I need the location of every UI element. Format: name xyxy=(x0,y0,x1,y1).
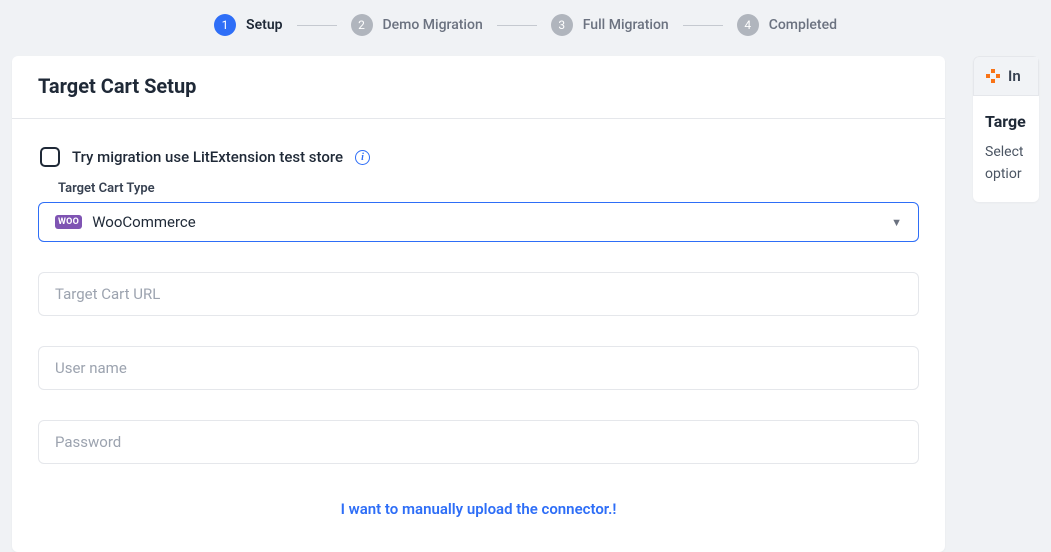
test-store-label: Try migration use LitExtension test stor… xyxy=(72,148,343,166)
step-connector xyxy=(297,25,337,26)
instructions-panel: In Targe Select optior xyxy=(973,56,1039,202)
instructions-title: Targe xyxy=(985,112,1039,131)
step-demo-migration[interactable]: 2 Demo Migration xyxy=(351,14,483,36)
instructions-text-1: Select xyxy=(985,141,1039,163)
instructions-text-2: optior xyxy=(985,163,1039,185)
step-label: Completed xyxy=(769,17,837,33)
step-setup[interactable]: 1 Setup xyxy=(214,14,282,36)
stepper: 1 Setup 2 Demo Migration 3 Full Migratio… xyxy=(0,0,1051,56)
cart-type-label: Target Cart Type xyxy=(58,181,919,196)
step-label: Setup xyxy=(246,17,282,33)
password-input[interactable] xyxy=(38,420,919,464)
step-number: 4 xyxy=(737,14,759,36)
instructions-tab[interactable]: In xyxy=(973,56,1039,96)
step-connector xyxy=(683,25,723,26)
instructions-tab-label: In xyxy=(1008,67,1021,85)
step-label: Demo Migration xyxy=(383,17,483,33)
cart-type-value: WooCommerce xyxy=(92,213,881,231)
info-icon[interactable]: i xyxy=(355,150,370,165)
step-completed[interactable]: 4 Completed xyxy=(737,14,837,36)
target-cart-setup-card: Target Cart Setup Try migration use LitE… xyxy=(12,56,945,552)
step-number: 2 xyxy=(351,14,373,36)
instructions-icon xyxy=(986,69,1000,83)
username-input[interactable] xyxy=(38,346,919,390)
cart-type-select[interactable]: WOO WooCommerce ▼ xyxy=(38,202,919,242)
woo-icon: WOO xyxy=(55,215,82,229)
manual-upload-link[interactable]: I want to manually upload the connector.… xyxy=(38,494,919,532)
step-label: Full Migration xyxy=(583,17,669,33)
test-store-checkbox[interactable] xyxy=(40,147,60,167)
card-title: Target Cart Setup xyxy=(38,74,919,98)
target-cart-url-input[interactable] xyxy=(38,272,919,316)
step-connector xyxy=(497,25,537,26)
step-number: 3 xyxy=(551,14,573,36)
chevron-down-icon: ▼ xyxy=(891,216,902,229)
step-number: 1 xyxy=(214,14,236,36)
step-full-migration[interactable]: 3 Full Migration xyxy=(551,14,669,36)
